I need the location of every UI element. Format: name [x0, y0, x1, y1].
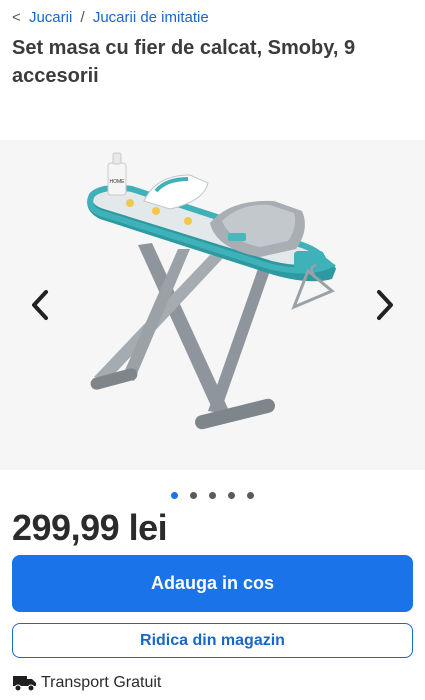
next-image-arrow-icon[interactable]	[369, 288, 399, 322]
product-image: HOME	[87, 152, 336, 430]
gallery-pagination	[0, 492, 425, 499]
gallery-dot-2[interactable]	[190, 492, 197, 499]
gallery-dot-3[interactable]	[209, 492, 216, 499]
truck-icon	[13, 676, 36, 692]
breadcrumb-link-jucarii-de-imitatie[interactable]: Jucarii de imitatie	[93, 9, 209, 26]
gallery-dot-4[interactable]	[228, 492, 235, 499]
product-image-gallery[interactable]: HOME	[0, 140, 425, 470]
previous-image-arrow-icon[interactable]	[26, 288, 56, 322]
svg-text:HOME: HOME	[110, 179, 126, 185]
breadcrumb-link-jucarii[interactable]: Jucarii	[29, 9, 72, 26]
back-chevron-icon[interactable]: <	[12, 9, 21, 26]
store-pickup-button[interactable]: Ridica din magazin	[12, 623, 413, 658]
shipping-label: Transport Gratuit	[41, 674, 162, 691]
breadcrumb: < Jucarii / Jucarii de imitatie	[12, 9, 209, 26]
shipping-info: Transport Gratuit	[12, 674, 161, 692]
product-title: Set masa cu fier de calcat, Smoby, 9 acc…	[12, 37, 356, 87]
breadcrumb-separator: /	[80, 9, 85, 26]
gallery-dot-5[interactable]	[247, 492, 254, 499]
gallery-dot-1[interactable]	[171, 492, 178, 499]
product-price: 299,99 lei	[12, 507, 168, 548]
add-to-cart-button[interactable]: Adauga in cos	[12, 555, 413, 612]
